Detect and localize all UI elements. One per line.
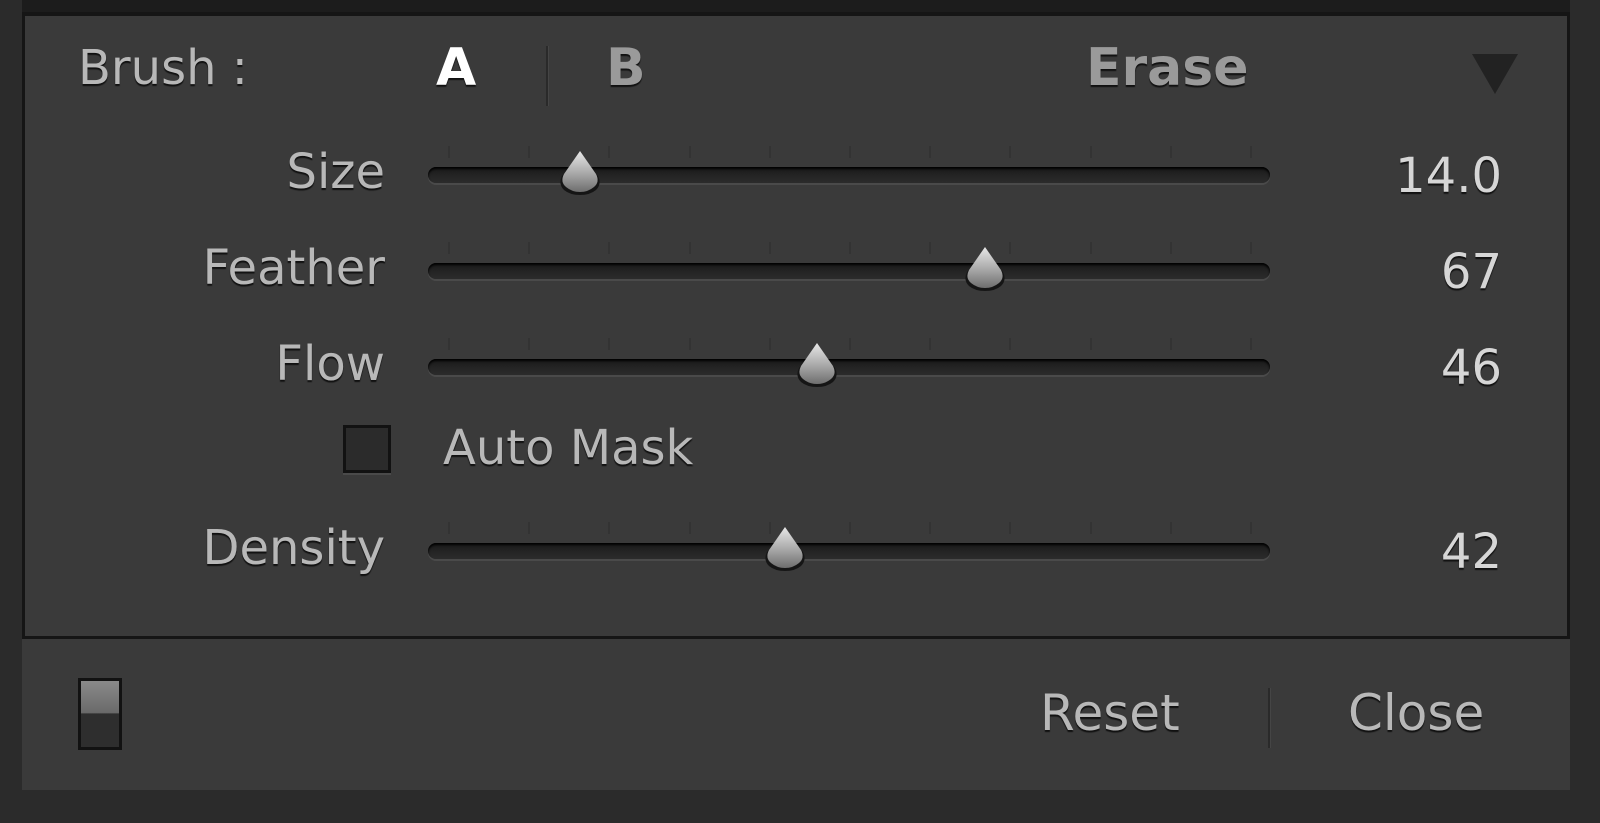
slider-tick <box>1250 522 1252 534</box>
brush-label: Brush : <box>78 40 248 96</box>
flow-slider[interactable] <box>428 338 1270 398</box>
slider-tick <box>1089 338 1092 350</box>
auto-mask-checkbox[interactable] <box>343 425 391 473</box>
density-slider[interactable] <box>428 522 1270 582</box>
slider-tick <box>608 146 611 158</box>
slider-tick <box>608 522 611 534</box>
slider-tick <box>1169 338 1172 350</box>
slider-tick <box>929 146 932 158</box>
slider-track[interactable] <box>428 263 1270 279</box>
slider-tick <box>1009 522 1012 534</box>
slider-tick <box>1169 522 1172 534</box>
flow-label: Flow <box>275 336 385 392</box>
flow-value[interactable]: 46 <box>1302 344 1502 392</box>
slider-tick <box>688 146 691 158</box>
slider-tick <box>688 338 691 350</box>
slider-ticks <box>428 242 1270 256</box>
triangle-down-icon[interactable] <box>1472 54 1518 94</box>
brush-option-b[interactable]: B <box>606 42 646 94</box>
slider-tick <box>768 146 771 158</box>
size-slider[interactable] <box>428 146 1270 206</box>
slider-tick <box>929 338 932 350</box>
slider-thumb-icon[interactable] <box>759 526 811 572</box>
feather-slider[interactable] <box>428 242 1270 302</box>
slider-tick <box>1009 338 1012 350</box>
slider-tick <box>849 522 851 534</box>
slider-tick <box>1089 146 1092 158</box>
slider-thumb-icon[interactable] <box>554 150 606 196</box>
slider-tick <box>1089 522 1092 534</box>
slider-thumb-icon[interactable] <box>959 246 1011 292</box>
slider-track[interactable] <box>428 543 1270 559</box>
reset-button[interactable]: Reset <box>1040 688 1180 738</box>
footer-divider <box>1268 688 1271 748</box>
slider-tick <box>1009 146 1012 158</box>
panel-footer <box>22 636 1570 790</box>
slider-tick <box>608 338 611 350</box>
panel-top-edge <box>22 0 1570 12</box>
slider-tick <box>768 338 771 350</box>
density-label: Density <box>202 520 385 576</box>
slider-tick <box>688 242 691 254</box>
slider-tick <box>1089 242 1092 254</box>
slider-tick <box>1250 146 1252 158</box>
slider-tick <box>929 522 932 534</box>
density-value[interactable]: 42 <box>1302 528 1502 576</box>
auto-mask-label: Auto Mask <box>443 420 694 476</box>
slider-tick <box>849 242 851 254</box>
panel-toggle-icon[interactable] <box>78 678 122 750</box>
slider-tick <box>929 242 932 254</box>
slider-tick <box>528 146 531 158</box>
slider-tick <box>448 338 450 350</box>
slider-track[interactable] <box>428 359 1270 375</box>
close-button[interactable]: Close <box>1348 688 1484 738</box>
size-label: Size <box>286 144 385 200</box>
slider-tick <box>849 146 851 158</box>
slider-tick <box>448 242 450 254</box>
slider-tick <box>448 522 450 534</box>
size-value[interactable]: 14.0 <box>1302 152 1502 200</box>
brush-divider <box>546 46 549 106</box>
brush-option-erase[interactable]: Erase <box>1086 42 1248 94</box>
slider-tick <box>1250 338 1252 350</box>
slider-tick <box>688 522 691 534</box>
slider-tick <box>528 242 531 254</box>
feather-value[interactable]: 67 <box>1302 248 1502 296</box>
slider-tick <box>448 146 450 158</box>
slider-tick <box>608 242 611 254</box>
feather-label: Feather <box>202 240 385 296</box>
slider-tick <box>1250 242 1252 254</box>
slider-ticks <box>428 522 1270 536</box>
slider-tick <box>1169 242 1172 254</box>
slider-tick <box>849 338 851 350</box>
brush-option-a[interactable]: A <box>436 42 476 94</box>
slider-tick <box>1169 146 1172 158</box>
slider-tick <box>528 522 531 534</box>
slider-thumb-icon[interactable] <box>791 342 843 388</box>
slider-ticks <box>428 338 1270 352</box>
slider-tick <box>768 242 771 254</box>
slider-tick <box>528 338 531 350</box>
